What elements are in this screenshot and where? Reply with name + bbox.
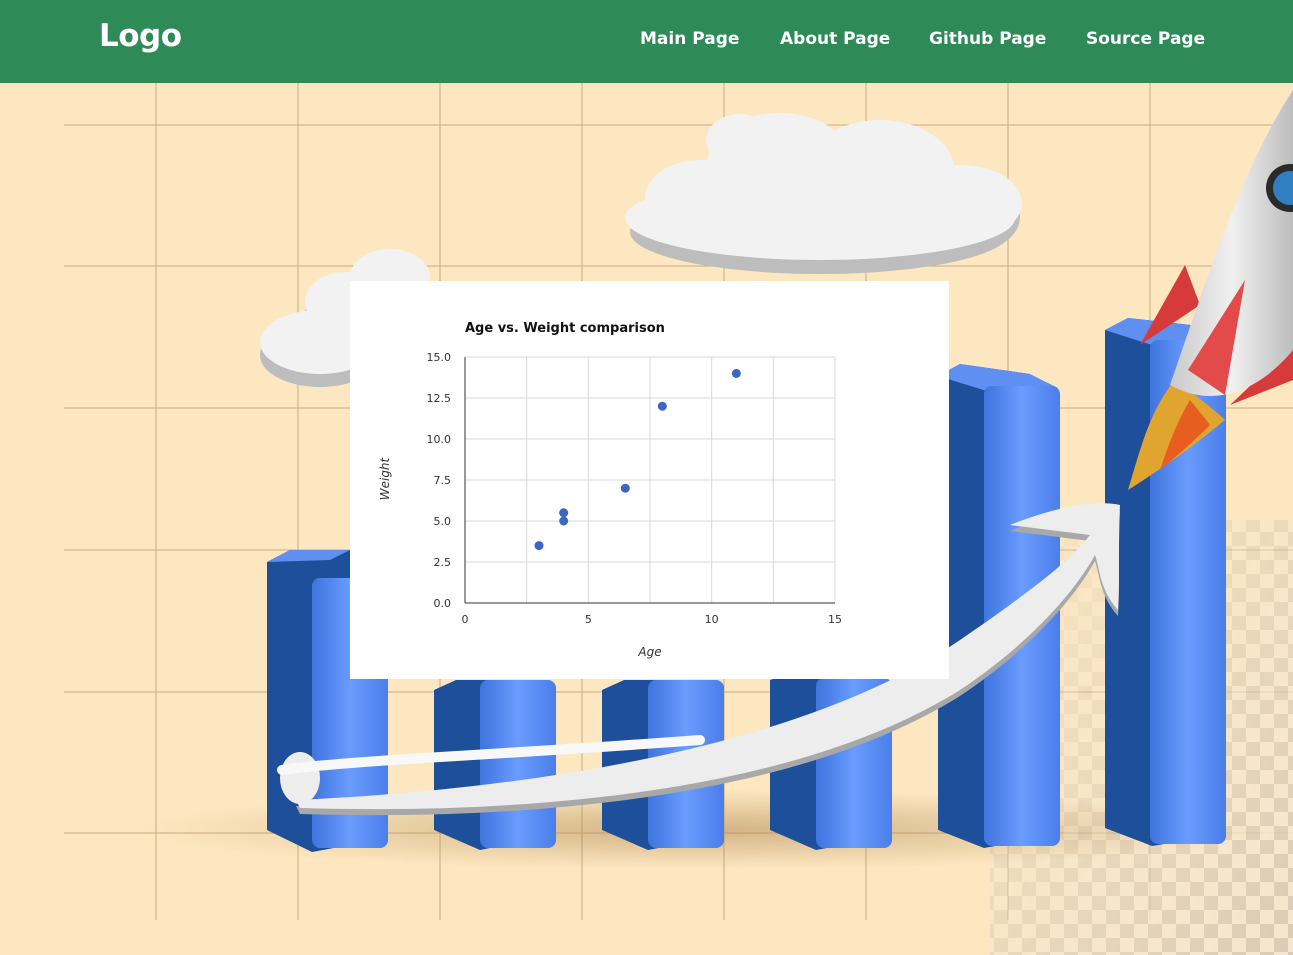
x-tick-label: 10 — [705, 613, 719, 626]
chart-card: Age vs. Weight comparison Weight Age 0.0… — [350, 281, 949, 679]
nav-link-about[interactable]: About Page — [780, 29, 890, 49]
logo[interactable]: Logo — [99, 18, 182, 54]
scatter-plot: 0.0 2.5 5.0 7.5 10.0 12.5 15.0 0 5 10 15 — [427, 351, 843, 626]
data-point — [559, 508, 569, 518]
y-tick-label: 0.0 — [434, 597, 452, 610]
y-tick-label: 15.0 — [427, 351, 452, 364]
y-tick-label: 5.0 — [434, 515, 452, 528]
data-point — [534, 541, 544, 551]
nav-link-main[interactable]: Main Page — [640, 29, 739, 49]
data-point — [620, 483, 630, 493]
data-point — [731, 368, 741, 378]
nav-link-github[interactable]: Github Page — [929, 29, 1046, 49]
y-tick-label: 7.5 — [434, 474, 452, 487]
x-tick-label: 0 — [462, 613, 469, 626]
data-point — [657, 401, 667, 411]
y-tick-label: 2.5 — [434, 556, 452, 569]
x-tick-label: 15 — [828, 613, 842, 626]
data-point — [559, 516, 569, 526]
cloud-large — [625, 113, 1022, 274]
y-tick-label: 10.0 — [427, 433, 452, 446]
rocket — [1128, 90, 1293, 490]
x-tick-label: 5 — [585, 613, 592, 626]
y-tick-label: 12.5 — [427, 392, 452, 405]
nav-link-source[interactable]: Source Page — [1086, 29, 1205, 49]
navbar: Logo Main Page About Page Github Page So… — [0, 0, 1293, 83]
